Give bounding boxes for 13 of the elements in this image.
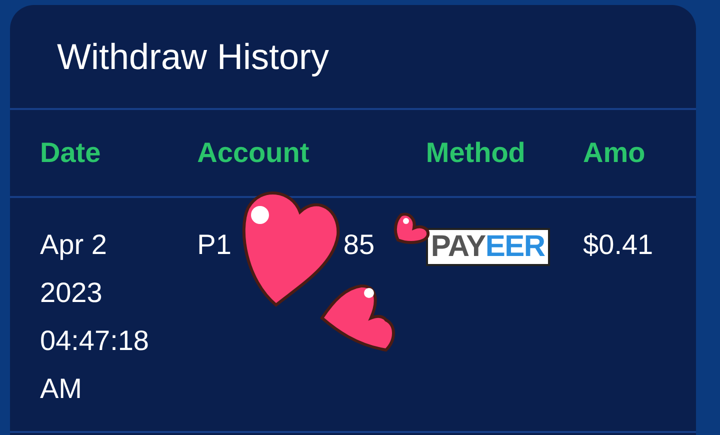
amount-text: $0.41 <box>583 229 654 260</box>
date-text: 04:47:18 <box>40 324 150 358</box>
column-header: Account <box>197 137 310 168</box>
date-text: 2023 <box>40 276 104 310</box>
account-text: P1 <box>197 228 232 262</box>
account-text: 85 <box>343 228 375 262</box>
column-header: Amo <box>583 137 646 168</box>
column-header: Date <box>40 137 101 168</box>
date-text: Apr 2 <box>40 228 108 262</box>
card-title: Withdraw History <box>57 34 330 78</box>
date-text: AM <box>40 372 83 406</box>
payeer-logo: PAYEER <box>426 228 550 266</box>
column-header: Method <box>426 137 526 168</box>
